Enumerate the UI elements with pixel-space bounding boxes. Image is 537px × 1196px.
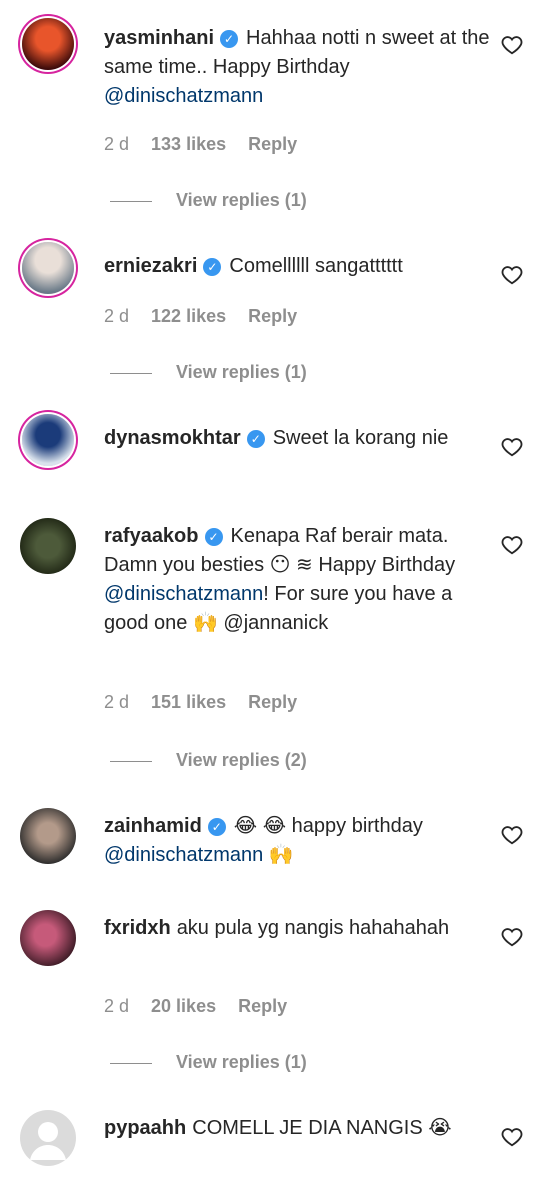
avatar[interactable] [20,1110,76,1166]
username[interactable]: rafyaakob [104,525,199,547]
username[interactable]: zainhamid [104,815,202,837]
reply-button[interactable]: Reply [248,306,297,326]
avatar[interactable] [22,414,74,466]
like-count[interactable]: 20 likes [151,996,216,1016]
verified-icon: ✓ [207,818,226,836]
comment-age: 2 d [104,306,130,326]
verified-icon: ✓ [246,430,265,448]
comment-age: 2 d [104,134,130,154]
verified-icon: ✓ [203,258,222,276]
heart-icon[interactable] [501,34,523,56]
divider [110,760,152,762]
comment-text-tail: 🙌 [263,844,294,866]
avatar[interactable] [20,518,76,574]
divider [110,372,152,374]
comment-meta: 2 d 20 likes Reply [104,996,309,1017]
username[interactable]: fxridxh [104,917,171,939]
reply-button[interactable]: Reply [238,996,287,1016]
reply-button[interactable]: Reply [248,134,297,154]
divider [110,200,152,202]
view-replies-button[interactable]: View replies (1) [110,362,307,383]
comment-meta: 2 d 133 likes Reply [104,134,319,155]
like-count[interactable]: 151 likes [151,692,226,712]
like-count[interactable]: 122 likes [151,306,226,326]
comment-text: 😂 😂 happy birthday [233,815,423,837]
heart-icon[interactable] [501,436,523,458]
reply-button[interactable]: Reply [248,692,297,712]
default-avatar-icon [30,1122,66,1160]
comment-text: COMELL JE DIA NANGIS 😭 [192,1117,452,1139]
comment-meta: 2 d 151 likes Reply [104,692,319,713]
mention-link[interactable]: @dinischatzmann [104,583,263,605]
heart-icon[interactable] [501,824,523,846]
avatar[interactable] [20,808,76,864]
username[interactable]: erniezakri [104,255,197,277]
comment-age: 2 d [104,996,130,1016]
heart-icon[interactable] [501,1126,523,1148]
avatar[interactable] [20,910,76,966]
avatar[interactable] [22,242,74,294]
view-replies-button[interactable]: View replies (2) [110,750,307,771]
view-replies-button[interactable]: View replies (1) [110,1052,307,1073]
comment-meta: 2 d 122 likes Reply [104,306,319,327]
comment-age: 2 d [104,692,130,712]
comment-text: Sweet la korang nie [272,427,449,449]
mention-link[interactable]: @dinischatzmann [104,844,263,866]
username[interactable]: pypaahh [104,1117,186,1139]
verified-icon: ✓ [204,528,223,546]
heart-icon[interactable] [501,926,523,948]
mention-link[interactable]: @dinischatzmann [104,85,263,107]
heart-icon[interactable] [501,534,523,556]
avatar[interactable] [22,18,74,70]
comment-text: Comellllll sangatttttt [229,255,403,277]
like-count[interactable]: 133 likes [151,134,226,154]
divider [110,1062,152,1064]
heart-icon[interactable] [501,264,523,286]
username[interactable]: dynasmokhtar [104,427,241,449]
comment-text: aku pula yg nangis hahahahah [176,917,450,939]
username[interactable]: yasminhani [104,27,214,49]
verified-icon: ✓ [220,30,239,48]
view-replies-button[interactable]: View replies (1) [110,190,307,211]
